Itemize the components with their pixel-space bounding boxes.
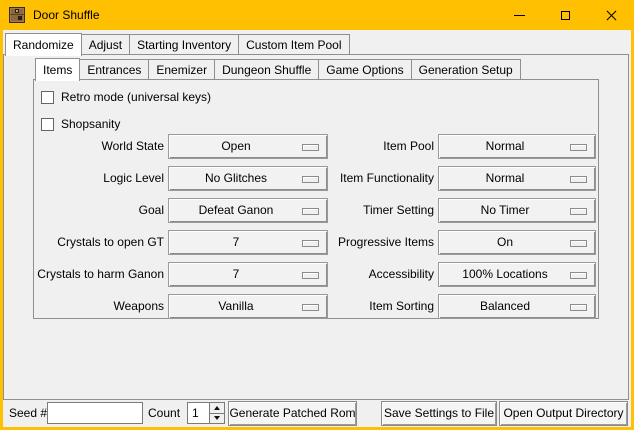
app-window: Door Shuffle Randomize Adjust Starting I… xyxy=(0,0,634,430)
maximize-icon xyxy=(561,11,570,20)
tab-dungeon-shuffle[interactable]: Dungeon Shuffle xyxy=(214,59,318,80)
timer-setting-label: Timer Setting xyxy=(304,198,434,223)
seed-input[interactable] xyxy=(47,402,143,424)
titlebar: Door Shuffle xyxy=(0,0,634,30)
dash-indicator-icon xyxy=(570,240,587,247)
count-spinner[interactable]: 1 xyxy=(187,402,225,424)
item-sorting-label: Item Sorting xyxy=(304,294,434,319)
retro-mode-label: Retro mode (universal keys) xyxy=(61,90,211,104)
maximize-button[interactable] xyxy=(542,0,588,30)
logic-level-label: Logic Level xyxy=(34,166,164,191)
dash-indicator-icon xyxy=(570,208,587,215)
tab-adjust[interactable]: Adjust xyxy=(82,34,129,55)
close-button[interactable] xyxy=(588,0,634,30)
crystals-harm-ganon-label: Crystals to harm Ganon xyxy=(34,262,164,287)
minimize-icon xyxy=(514,15,525,16)
window-content: Randomize Adjust Starting Inventory Cust… xyxy=(3,30,631,427)
progressive-items-dropdown[interactable]: On xyxy=(438,230,596,255)
weapons-label: Weapons xyxy=(34,294,164,319)
tab-custom-item-pool[interactable]: Custom Item Pool xyxy=(238,34,349,55)
dash-indicator-icon xyxy=(570,272,587,279)
shopsanity-checkbox[interactable] xyxy=(41,118,54,131)
door-icon xyxy=(9,7,25,23)
goal-label: Goal xyxy=(34,198,164,223)
item-sorting-dropdown[interactable]: Balanced xyxy=(438,294,596,319)
up-arrow-icon[interactable] xyxy=(210,403,224,414)
window-controls xyxy=(496,0,634,30)
open-output-directory-button[interactable]: Open Output Directory xyxy=(499,401,628,426)
tab-randomize[interactable]: Randomize xyxy=(5,33,82,56)
accessibility-label: Accessibility xyxy=(304,262,434,287)
tab-enemizer[interactable]: Enemizer xyxy=(148,59,214,80)
dash-indicator-icon xyxy=(570,144,587,151)
save-settings-button[interactable]: Save Settings to File xyxy=(381,401,497,426)
item-functionality-dropdown[interactable]: Normal xyxy=(438,166,596,191)
dash-indicator-icon xyxy=(570,304,587,311)
minimize-button[interactable] xyxy=(496,0,542,30)
tab-starting-inventory[interactable]: Starting Inventory xyxy=(129,34,238,55)
generate-patched-rom-button[interactable]: Generate Patched Rom xyxy=(228,401,357,426)
dash-indicator-icon xyxy=(570,176,587,183)
progressive-items-label: Progressive Items xyxy=(304,230,434,255)
world-state-label: World State xyxy=(34,134,164,159)
tab-game-options[interactable]: Game Options xyxy=(318,59,410,80)
down-arrow-icon[interactable] xyxy=(210,414,224,424)
window-title: Door Shuffle xyxy=(33,0,100,30)
item-pool-dropdown[interactable]: Normal xyxy=(438,134,596,159)
crystals-open-gt-label: Crystals to open GT xyxy=(34,230,164,255)
outer-tabstrip: Randomize Adjust Starting Inventory Cust… xyxy=(5,32,350,55)
timer-setting-dropdown[interactable]: No Timer xyxy=(438,198,596,223)
inner-tabstrip: Items Entrances Enemizer Dungeon Shuffle… xyxy=(35,57,521,80)
tab-entrances[interactable]: Entrances xyxy=(80,59,148,80)
retro-mode-checkbox[interactable] xyxy=(41,91,54,104)
tab-generation-setup[interactable]: Generation Setup xyxy=(411,59,521,80)
retro-mode-checkbox-row: Retro mode (universal keys) xyxy=(41,90,211,104)
close-icon xyxy=(606,10,617,21)
shopsanity-checkbox-row: Shopsanity xyxy=(41,117,120,131)
count-label: Count xyxy=(148,402,180,424)
tab-items[interactable]: Items xyxy=(35,58,80,81)
accessibility-dropdown[interactable]: 100% Locations xyxy=(438,262,596,287)
items-panel: Retro mode (universal keys) Shopsanity W… xyxy=(33,79,599,319)
item-pool-label: Item Pool xyxy=(304,134,434,159)
seed-label: Seed # xyxy=(9,402,47,424)
item-functionality-label: Item Functionality xyxy=(304,166,434,191)
shopsanity-label: Shopsanity xyxy=(61,117,120,131)
